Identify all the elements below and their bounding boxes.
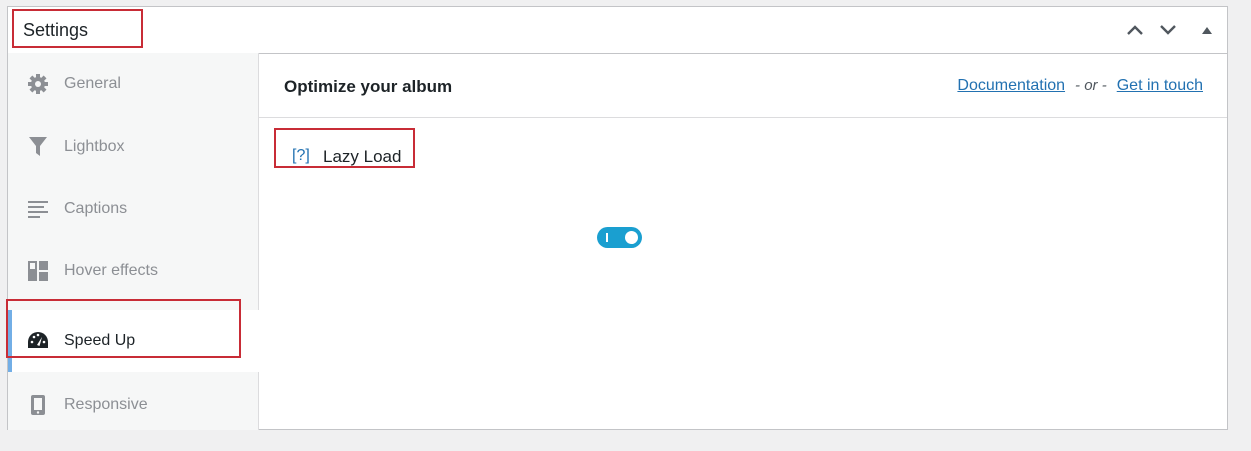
tab-general[interactable]: General: [8, 53, 259, 115]
tab-label: Lightbox: [64, 138, 125, 155]
lazy-load-label: Lazy Load: [323, 147, 402, 166]
tab-label: Hover effects: [64, 262, 158, 279]
tab-lightbox[interactable]: Lightbox: [8, 116, 259, 178]
gear-icon: [27, 73, 49, 95]
tab-label: Responsive: [64, 396, 148, 413]
grid-layout-icon: [27, 260, 49, 282]
panel-title: Settings: [23, 20, 89, 40]
triangle-up-icon: [1202, 26, 1212, 34]
settings-sidebar: General Lightbox Captions Hover effects …: [8, 53, 260, 430]
tab-hover-effects[interactable]: Hover effects: [8, 240, 259, 302]
move-down-button[interactable]: [1155, 17, 1181, 43]
filter-icon: [27, 136, 49, 158]
move-up-button[interactable]: [1122, 17, 1148, 43]
tab-responsive[interactable]: Responsive: [8, 374, 259, 436]
toggle-knob: [625, 231, 638, 244]
tab-captions[interactable]: Captions: [8, 178, 259, 240]
toggle-on-mark: [606, 233, 608, 242]
get-in-touch-link[interactable]: Get in touch: [1117, 77, 1203, 94]
tab-label: Speed Up: [64, 332, 136, 349]
panel-header: Settings: [8, 7, 1227, 54]
help-links: Documentation - or - Get in touch: [957, 77, 1203, 95]
toggle-panel-button[interactable]: [1194, 17, 1220, 43]
settings-panel: Settings General Lightbox Captions Hover…: [7, 6, 1228, 430]
section-title: Optimize your album: [284, 77, 453, 96]
text-lines-icon: [27, 198, 49, 220]
content-header: Optimize your album Documentation - or - G…: [259, 53, 1227, 118]
phone-icon: [27, 394, 49, 416]
speedometer-icon: [27, 330, 49, 352]
chevron-up-icon: [1127, 25, 1143, 35]
tab-speed-up[interactable]: Speed Up: [8, 310, 260, 372]
documentation-link[interactable]: Documentation: [957, 77, 1065, 94]
chevron-down-icon: [1160, 25, 1176, 35]
lazy-load-toggle[interactable]: [597, 227, 642, 248]
link-separator: - or -: [1075, 77, 1107, 94]
settings-content: Optimize your album Documentation - or - G…: [259, 53, 1227, 429]
tab-label: General: [64, 75, 121, 92]
tab-label: Captions: [64, 200, 128, 217]
help-tooltip-link[interactable]: [?]: [292, 147, 310, 165]
